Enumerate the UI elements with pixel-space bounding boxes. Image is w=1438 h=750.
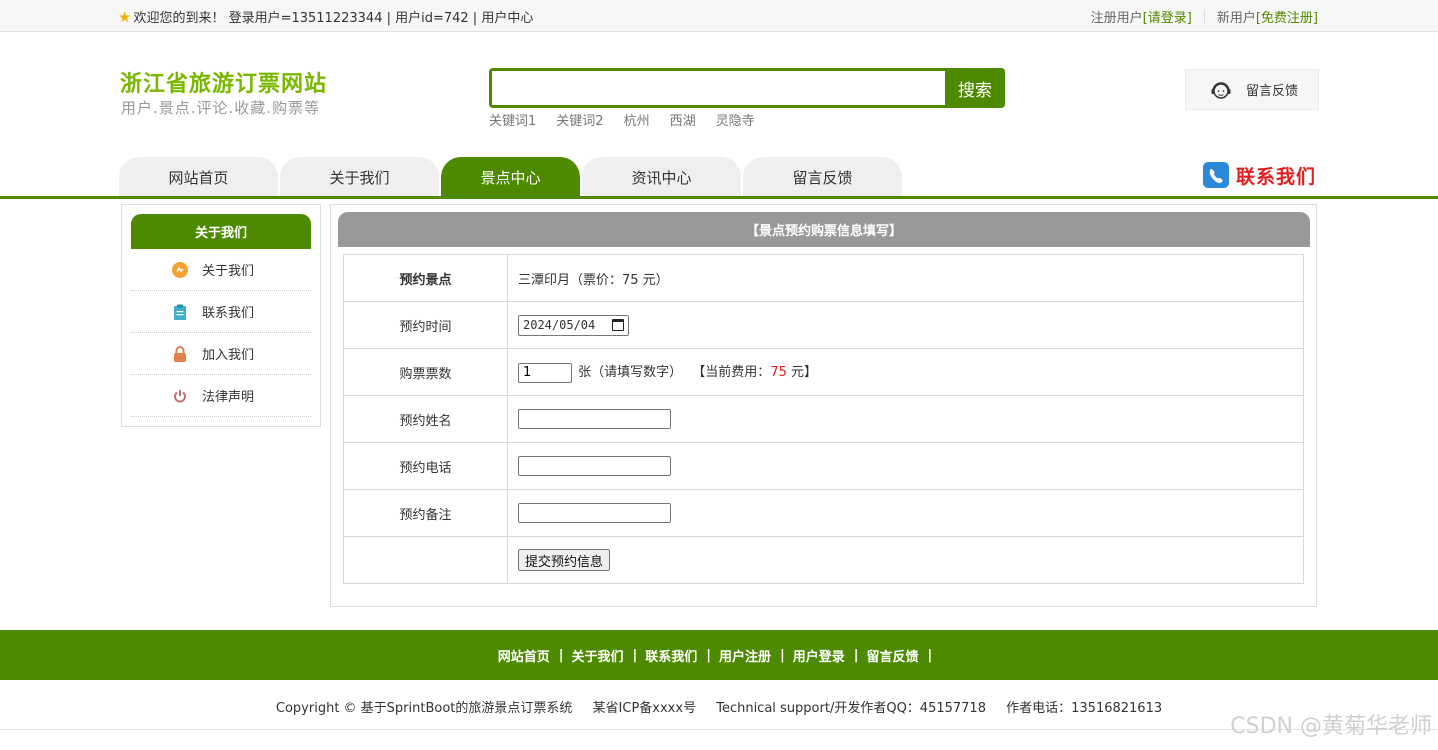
nav-item-about[interactable]: 关于我们 bbox=[280, 157, 439, 197]
sidebar-item-join[interactable]: 加入我们 bbox=[131, 333, 311, 375]
table-row: 预约电话 bbox=[343, 442, 1304, 490]
spot-label: 预约景点 bbox=[343, 254, 508, 302]
keyword-link[interactable]: 杭州 bbox=[624, 110, 650, 129]
welcome-text: 欢迎您的到来！ 登录用户=13511223344 | 用户id=742 | 用户… bbox=[133, 11, 534, 26]
watermark: CSDN @黄菊华老师 bbox=[1230, 714, 1432, 739]
table-row: 预约时间 2024/05/04 bbox=[343, 301, 1304, 349]
customer-service-icon bbox=[1211, 81, 1231, 99]
welcome-area: ★ 欢迎您的到来！ 登录用户=13511223344 | 用户id=742 | … bbox=[118, 7, 534, 27]
footer-link-home[interactable]: 网站首页 bbox=[498, 646, 550, 665]
phone-icon bbox=[1203, 162, 1229, 188]
star-icon: ★ bbox=[118, 7, 132, 26]
author-phone: 作者电话：13516821613 bbox=[1006, 701, 1163, 716]
feedback-button[interactable]: 留言反馈 bbox=[1185, 69, 1319, 110]
keyword-link[interactable]: 灵隐寺 bbox=[716, 110, 755, 129]
bottom-divider bbox=[0, 729, 1438, 730]
count-unit: 张（请填写数字） bbox=[578, 365, 683, 381]
footer-nav: 网站首页 | 关于我们 | 联系我们 | 用户注册 | 用户登录 | 留言反馈 | bbox=[0, 630, 1438, 680]
booking-form-title: 【景点预约购票信息填写】 bbox=[338, 212, 1310, 247]
nav-item-home[interactable]: 网站首页 bbox=[119, 157, 278, 197]
keyword-link[interactable]: 关键词1 bbox=[489, 110, 536, 129]
feedback-label: 留言反馈 bbox=[1246, 84, 1299, 99]
empty-cell bbox=[343, 536, 508, 584]
about-icon bbox=[172, 261, 188, 278]
footer-link-about[interactable]: 关于我们 bbox=[571, 646, 623, 665]
register-label: 注册用户 bbox=[1090, 11, 1143, 26]
note-input[interactable] bbox=[518, 503, 671, 523]
nav-item-feedback[interactable]: 留言反馈 bbox=[743, 157, 902, 197]
sidebar-item-label: 加入我们 bbox=[202, 348, 255, 363]
hot-keywords: 关键词1 关键词2 杭州 西湖 灵隐寺 bbox=[489, 110, 755, 129]
phone-input[interactable] bbox=[518, 456, 671, 476]
sidebar-item-label: 关于我们 bbox=[202, 264, 255, 279]
icp-text: 某省ICP备xxxx号 bbox=[592, 701, 697, 716]
keyword-link[interactable]: 关键词2 bbox=[556, 110, 603, 129]
submit-booking-button[interactable]: 提交预约信息 bbox=[518, 549, 611, 571]
booking-panel: 【景点预约购票信息填写】 预约景点 三潭印月（票价：75 元） 预约时间 202… bbox=[330, 204, 1317, 607]
nav-item-attractions[interactable]: 景点中心 bbox=[441, 157, 580, 197]
date-value: 2024/05/04 bbox=[523, 318, 596, 332]
clipboard-icon bbox=[172, 304, 188, 320]
count-label: 购票票数 bbox=[343, 348, 508, 396]
sidebar-title: 关于我们 bbox=[131, 214, 311, 249]
spot-value: 三潭印月（票价：75 元） bbox=[507, 254, 1304, 302]
keyword-link[interactable]: 西湖 bbox=[670, 110, 696, 129]
sidebar-item-legal[interactable]: 法律声明 bbox=[131, 375, 311, 417]
lock-icon bbox=[172, 345, 188, 362]
fee-suffix: 元】 bbox=[786, 365, 817, 381]
phone-label: 预约电话 bbox=[343, 442, 508, 490]
copyright: Copyright © 基于SprintBoot的旅游景点订票系统 某省ICP备… bbox=[0, 697, 1438, 716]
sidebar-item-label: 法律声明 bbox=[202, 390, 255, 405]
time-label: 预约时间 bbox=[343, 301, 508, 349]
sidebar: 关于我们 关于我们 联系我们 加入我们 法律声明 bbox=[121, 204, 321, 427]
date-input[interactable]: 2024/05/04 bbox=[518, 314, 629, 336]
sidebar-item-about[interactable]: 关于我们 bbox=[131, 249, 311, 291]
table-row: 购票票数 张（请填写数字） 【当前费用：75 元】 bbox=[343, 348, 1304, 396]
top-bar: ★ 欢迎您的到来！ 登录用户=13511223344 | 用户id=742 | … bbox=[0, 0, 1438, 32]
fee-prefix: 【当前费用： bbox=[692, 365, 771, 381]
booking-form: 预约景点 三潭印月（票价：75 元） 预约时间 2024/05/04 购票票数 … bbox=[343, 254, 1304, 584]
contact-us-label: 联系我们 bbox=[1236, 165, 1317, 188]
contact-us-button[interactable]: 联系我们 bbox=[1202, 161, 1316, 189]
calendar-icon[interactable] bbox=[612, 319, 624, 331]
footer-link-feedback[interactable]: 留言反馈 bbox=[867, 646, 919, 665]
new-user-label: 新用户 bbox=[1216, 11, 1256, 26]
search-box: 搜索 bbox=[489, 68, 1005, 108]
power-icon bbox=[172, 388, 188, 404]
main-nav: 网站首页 关于我们 景点中心 资讯中心 留言反馈 bbox=[119, 157, 902, 197]
signup-link[interactable]: [免费注册] bbox=[1256, 7, 1318, 26]
footer-link-login[interactable]: 用户登录 bbox=[793, 646, 845, 665]
copyright-text: Copyright © 基于SprintBoot的旅游景点订票系统 bbox=[275, 701, 573, 716]
site-title[interactable]: 浙江省旅游订票网站 bbox=[120, 66, 327, 98]
divider bbox=[1203, 9, 1205, 24]
ticket-count-input[interactable] bbox=[518, 362, 572, 383]
table-row: 预约姓名 bbox=[343, 395, 1304, 443]
site-subtitle: 用户.景点.评论.收藏.购票等 bbox=[121, 99, 321, 117]
table-row: 预约景点 三潭印月（票价：75 元） bbox=[343, 254, 1304, 302]
footer-link-contact[interactable]: 联系我们 bbox=[645, 646, 697, 665]
support-text: Technical support/开发作者QQ：45157718 bbox=[716, 701, 986, 716]
nav-divider bbox=[0, 196, 1438, 199]
search-button[interactable]: 搜索 bbox=[945, 68, 1005, 108]
footer-link-register[interactable]: 用户注册 bbox=[719, 646, 771, 665]
nav-item-news[interactable]: 资讯中心 bbox=[582, 157, 741, 197]
table-row: 提交预约信息 bbox=[343, 536, 1304, 584]
sidebar-item-label: 联系我们 bbox=[202, 306, 255, 321]
login-link[interactable]: [请登录] bbox=[1143, 7, 1192, 26]
name-label: 预约姓名 bbox=[343, 395, 508, 443]
sidebar-item-contact[interactable]: 联系我们 bbox=[131, 291, 311, 333]
search-input[interactable] bbox=[492, 71, 945, 105]
account-links: 注册用户 [请登录] 新用户 [免费注册] bbox=[1091, 7, 1318, 26]
table-row: 预约备注 bbox=[343, 489, 1304, 537]
fee-amount: 75 bbox=[770, 365, 787, 381]
name-input[interactable] bbox=[518, 409, 671, 429]
note-label: 预约备注 bbox=[343, 489, 508, 537]
